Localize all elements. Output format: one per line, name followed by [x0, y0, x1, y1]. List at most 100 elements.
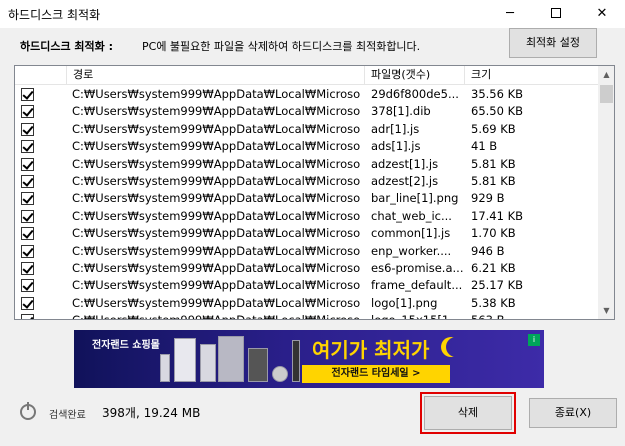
column-header-path[interactable]: 경로	[67, 66, 365, 85]
row-checkbox[interactable]	[21, 140, 34, 154]
list-header: 경로 파일명(갯수) 크기	[15, 66, 598, 85]
table-row[interactable]: C:₩Users₩system999₩AppData₩Local₩Microso…	[15, 86, 598, 103]
status-count: 398개, 19.24 MB	[102, 406, 201, 420]
scroll-thumb[interactable]	[600, 85, 613, 103]
row-checkbox[interactable]	[21, 209, 34, 223]
row-path: C:₩Users₩system999₩AppData₩Local₩Microso…	[72, 312, 360, 319]
scroll-up-icon[interactable]: ▲	[598, 66, 614, 83]
row-filename: es6-promise.a...	[371, 260, 463, 275]
row-size: 17.41 KB	[471, 208, 524, 223]
row-filename: frame_default...	[371, 278, 463, 293]
row-path: C:₩Users₩system999₩AppData₩Local₩Microso…	[72, 139, 360, 154]
row-checkbox[interactable]	[21, 227, 34, 241]
row-filename: adr[1].js	[371, 121, 420, 136]
window-title: 하드디스크 최적화	[8, 8, 101, 22]
row-filename: ads[1].js	[371, 139, 421, 154]
row-checkbox[interactable]	[21, 192, 34, 206]
row-size: 35.56 KB	[471, 87, 524, 101]
row-checkbox[interactable]	[21, 244, 34, 258]
row-size: 5.69 KB	[471, 121, 516, 136]
row-path: C:₩Users₩system999₩AppData₩Local₩Microso…	[72, 226, 360, 241]
row-filename: 29d6f800de5...	[371, 87, 459, 101]
row-size: 563 B	[471, 312, 591, 319]
table-row[interactable]: C:₩Users₩system999₩AppData₩Local₩Microso…	[15, 156, 598, 173]
close-button[interactable]: ✕	[579, 0, 625, 28]
row-size: 25.17 KB	[471, 278, 524, 293]
list-rows: C:₩Users₩system999₩AppData₩Local₩Microso…	[15, 86, 598, 319]
power-icon	[20, 402, 36, 420]
row-checkbox[interactable]	[21, 261, 34, 275]
column-header-filename[interactable]: 파일명(갯수)	[365, 66, 465, 85]
row-size: 5.38 KB	[471, 295, 516, 310]
row-size: 5.81 KB	[471, 173, 516, 188]
row-filename: logo_15x15[1...	[371, 312, 463, 319]
column-header-size[interactable]: 크기	[465, 66, 598, 85]
scroll-down-icon[interactable]: ▼	[598, 302, 614, 319]
row-size: 946 B	[471, 243, 505, 258]
table-row[interactable]: C:₩Users₩system999₩AppData₩Local₩Microso…	[15, 312, 598, 319]
table-row[interactable]: C:₩Users₩system999₩AppData₩Local₩Microso…	[15, 190, 598, 207]
row-path: C:₩Users₩system999₩AppData₩Local₩Microso…	[72, 295, 360, 310]
table-row[interactable]: C:₩Users₩system999₩AppData₩Local₩Microso…	[15, 121, 598, 138]
row-filename: adzest[2].js	[371, 173, 439, 188]
status-label: 검색완료	[49, 410, 86, 421]
row-path: C:₩Users₩system999₩AppData₩Local₩Microso…	[72, 87, 360, 101]
row-checkbox[interactable]	[21, 174, 34, 188]
row-path: C:₩Users₩system999₩AppData₩Local₩Microso…	[72, 191, 360, 206]
maximize-button[interactable]	[533, 0, 579, 28]
vertical-scrollbar[interactable]: ▲ ▼	[598, 66, 614, 319]
row-size: 6.21 KB	[471, 260, 516, 275]
row-size: 929 B	[471, 191, 505, 206]
row-size: 41 B	[471, 139, 498, 154]
row-path: C:₩Users₩system999₩AppData₩Local₩Microso…	[72, 278, 360, 293]
row-checkbox[interactable]	[21, 314, 34, 319]
row-filename: adzest[1].js	[371, 156, 439, 171]
row-path: C:₩Users₩system999₩AppData₩Local₩Microso…	[72, 156, 360, 171]
row-filename: chat_web_ic...	[371, 208, 452, 223]
row-filename: common[1].js	[371, 226, 451, 241]
ad-shop-name: 전자랜드 쇼핑몰	[92, 340, 160, 351]
optimize-settings-button[interactable]: 최적화 설정	[509, 28, 597, 58]
row-size: 1.70 KB	[471, 226, 516, 241]
delete-button[interactable]: 삭제	[424, 396, 512, 430]
section-description: PC에 불필요한 파일을 삭제하여 하드디스크를 최적화합니다.	[142, 40, 421, 53]
table-row[interactable]: C:₩Users₩system999₩AppData₩Local₩Microso…	[15, 138, 598, 155]
row-path: C:₩Users₩system999₩AppData₩Local₩Microso…	[72, 173, 360, 188]
maximize-icon	[551, 7, 561, 18]
row-checkbox[interactable]	[21, 88, 34, 101]
table-row[interactable]: C:₩Users₩system999₩AppData₩Local₩Microso…	[15, 295, 598, 312]
row-filename: logo[1].png	[371, 295, 438, 310]
column-header-check[interactable]	[15, 66, 67, 85]
table-row[interactable]: C:₩Users₩system999₩AppData₩Local₩Microso…	[15, 173, 598, 190]
row-size: 5.81 KB	[471, 156, 516, 171]
row-path: C:₩Users₩system999₩AppData₩Local₩Microso…	[72, 104, 360, 119]
row-path: C:₩Users₩system999₩AppData₩Local₩Microso…	[72, 260, 360, 275]
ad-headline: 여기가 최저가	[312, 338, 430, 362]
row-checkbox[interactable]	[21, 105, 34, 119]
row-checkbox[interactable]	[21, 157, 34, 171]
ad-banner[interactable]: 전자랜드 쇼핑몰 여기가 최저가 전자랜드 타임세일 > i	[74, 330, 544, 388]
row-path: C:₩Users₩system999₩AppData₩Local₩Microso…	[72, 121, 360, 136]
table-row[interactable]: C:₩Users₩system999₩AppData₩Local₩Microso…	[15, 243, 598, 260]
section-label: 하드디스크 최적화 :	[20, 40, 114, 53]
row-filename: 378[1].dib	[371, 104, 431, 119]
ad-info-icon[interactable]: i	[528, 334, 540, 346]
moon-icon	[446, 337, 466, 357]
table-row[interactable]: C:₩Users₩system999₩AppData₩Local₩Microso…	[15, 277, 598, 294]
title-bar: 하드디스크 최적화 ─ ✕	[0, 0, 625, 28]
file-list[interactable]: 경로 파일명(갯수) 크기 C:₩Users₩system999₩AppData…	[14, 65, 615, 320]
minimize-button[interactable]: ─	[487, 0, 533, 28]
table-row[interactable]: C:₩Users₩system999₩AppData₩Local₩Microso…	[15, 260, 598, 277]
row-checkbox[interactable]	[21, 296, 34, 310]
row-checkbox[interactable]	[21, 279, 34, 293]
row-size: 65.50 KB	[471, 104, 524, 119]
table-row[interactable]: C:₩Users₩system999₩AppData₩Local₩Microso…	[15, 225, 598, 242]
ad-product-image	[156, 334, 306, 384]
table-row[interactable]: C:₩Users₩system999₩AppData₩Local₩Microso…	[15, 103, 598, 120]
row-filename: bar_line[1].png	[371, 191, 459, 206]
row-checkbox[interactable]	[21, 122, 34, 136]
ad-timesale-badge[interactable]: 전자랜드 타임세일 >	[302, 365, 450, 383]
table-row[interactable]: C:₩Users₩system999₩AppData₩Local₩Microso…	[15, 208, 598, 225]
row-path: C:₩Users₩system999₩AppData₩Local₩Microso…	[72, 243, 360, 258]
exit-button[interactable]: 종료(X)	[529, 398, 617, 428]
